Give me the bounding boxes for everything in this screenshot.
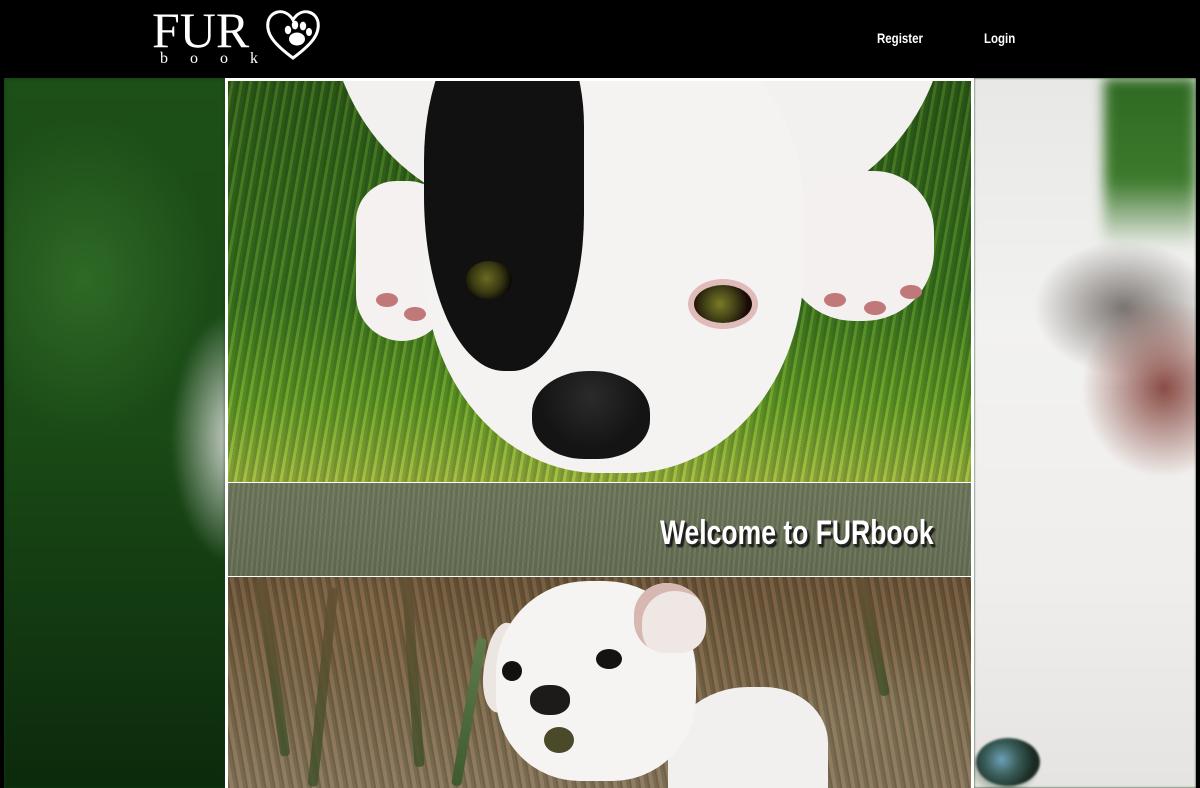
login-link[interactable]: Login — [984, 30, 1015, 46]
register-link[interactable]: Register — [877, 30, 923, 46]
puppy-right-eye — [694, 285, 752, 323]
bulldog-puppy-image — [228, 577, 971, 788]
background-dog-eye — [976, 738, 1040, 786]
paw-heart-icon — [266, 10, 320, 60]
bulldog-right-eye — [596, 649, 622, 669]
top-navbar: FUR book Register Login — [0, 0, 1200, 78]
welcome-banner: Welcome to FURbook — [228, 483, 971, 576]
background-left-grass — [4, 78, 226, 788]
puppy-on-grass-image — [228, 81, 971, 482]
main-content-panel: Welcome to FURbook — [225, 78, 974, 788]
bulldog-nose — [530, 685, 570, 715]
background-right-dog — [974, 78, 1196, 788]
furbook-logo[interactable]: FUR book — [150, 2, 322, 70]
bulldog-left-eye — [502, 661, 522, 681]
welcome-heading: Welcome to FURbook — [660, 514, 934, 552]
bulldog-mouth — [544, 727, 574, 753]
puppy-nose — [532, 371, 650, 459]
puppy-left-eye — [466, 261, 512, 299]
logo-subtext: book — [160, 50, 280, 67]
